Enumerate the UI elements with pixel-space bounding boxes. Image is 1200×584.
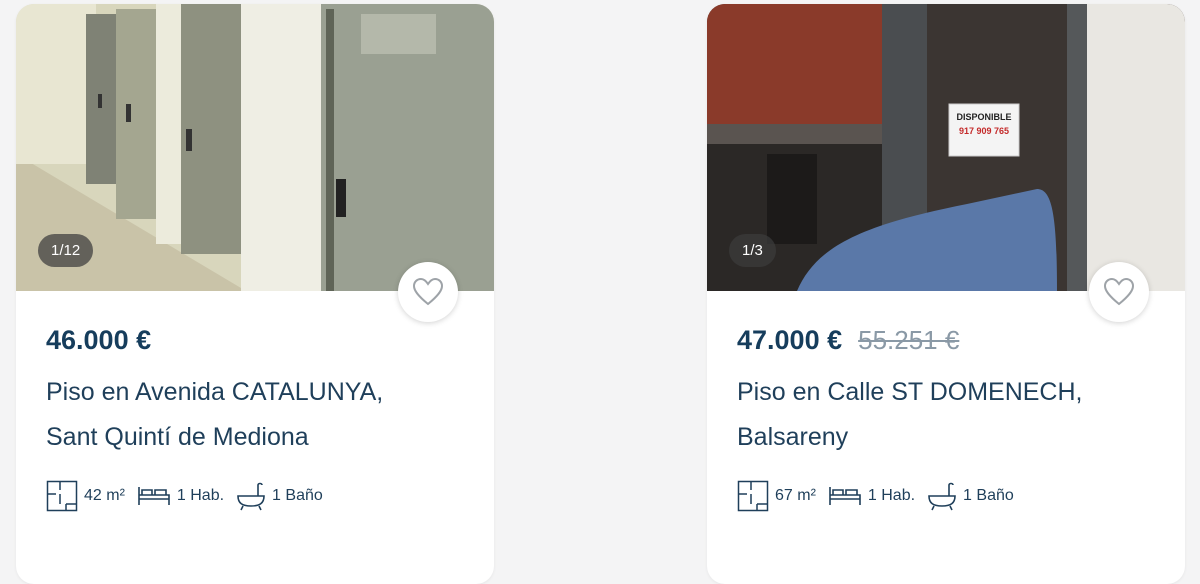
listing-price: 47.000 € — [737, 325, 843, 355]
sign-text-1: DISPONIBLE — [956, 112, 1011, 122]
heart-icon — [1104, 278, 1134, 306]
listing-price: 46.000 € — [46, 325, 152, 355]
heart-icon — [413, 278, 443, 306]
listing-title[interactable]: Piso en Calle ST DOMENECH, Balsareny — [737, 370, 1155, 460]
listing-old-price: 55.251 € — [858, 325, 960, 355]
listing-photo[interactable]: 1/12 — [16, 4, 494, 291]
storefront-window-photo: DISPONIBLE 917 909 765 — [707, 4, 1185, 291]
baths-value: 1 Baño — [272, 487, 323, 504]
favorite-button[interactable] — [398, 262, 458, 322]
area-value: 42 m² — [84, 487, 125, 504]
bathtub-icon — [237, 482, 265, 511]
listing-title-line2[interactable]: Sant Quintí de Mediona — [46, 415, 464, 460]
listing-card-2[interactable]: DISPONIBLE 917 909 765 1/3 47.000 € 55.2… — [707, 4, 1185, 584]
listing-title-line1[interactable]: Piso en Calle ST DOMENECH, — [737, 370, 1155, 415]
listing-photo[interactable]: DISPONIBLE 917 909 765 1/3 — [707, 4, 1185, 291]
listing-title-line1[interactable]: Piso en Avenida CATALUNYA, — [46, 370, 464, 415]
favorite-button[interactable] — [1089, 262, 1149, 322]
sign-text-2: 917 909 765 — [959, 126, 1009, 136]
photo-counter: 1/12 — [38, 234, 94, 267]
listing-card-1[interactable]: 1/12 46.000 € Piso en Avenida CATALUNYA,… — [16, 4, 494, 584]
bed-icon — [829, 487, 861, 505]
rooms-value: 1 Hab. — [867, 487, 916, 504]
bed-icon — [138, 487, 170, 505]
area-value: 67 m² — [775, 487, 816, 504]
bathtub-icon — [928, 482, 956, 511]
floorplan-icon — [737, 480, 769, 512]
baths-value: 1 Baño — [963, 487, 1014, 504]
listing-title[interactable]: Piso en Avenida CATALUNYA, Sant Quintí d… — [46, 370, 464, 460]
rooms-value: 1 Hab. — [176, 487, 225, 504]
photo-counter: 1/3 — [729, 234, 776, 267]
listing-title-line2[interactable]: Balsareny — [737, 415, 1155, 460]
floorplan-icon — [46, 480, 78, 512]
